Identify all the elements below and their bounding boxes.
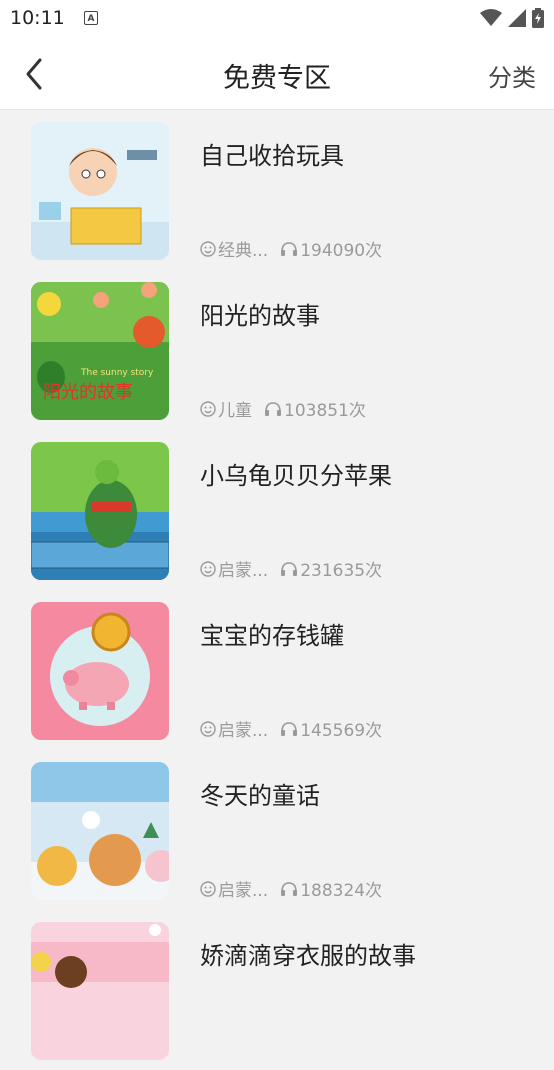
story-tag: 儿童 (218, 401, 252, 421)
story-item[interactable]: 小乌龟贝贝分苹果 启蒙... 231635次 (0, 430, 554, 590)
story-item[interactable]: 宝宝的存钱罐 启蒙... 145569次 (0, 590, 554, 750)
svg-text:阳光的故事: 阳光的故事 (43, 382, 133, 403)
story-thumbnail (31, 602, 169, 740)
story-title: 自己收拾玩具 (200, 142, 344, 170)
story-thumbnail (31, 122, 169, 260)
story-meta: 启蒙... 231635次 (200, 556, 382, 581)
story-meta: 启蒙... 188324次 (200, 876, 382, 901)
wifi-icon (480, 9, 502, 26)
play-count: 145569次 (300, 721, 383, 741)
story-tag: 启蒙... (218, 721, 269, 741)
story-item[interactable]: The sunny story 阳光的故事 阳光的故事 儿童 103851次 (0, 270, 554, 430)
notification-a-icon: A (84, 11, 98, 25)
page-title: 免费专区 (223, 63, 331, 94)
story-thumbnail: The sunny story 阳光的故事 (31, 282, 169, 420)
headphones-icon (265, 401, 281, 416)
story-list: 自己收拾玩具 经典... 194090次 The sunny story 阳光的… (0, 110, 554, 1070)
battery-icon (532, 8, 544, 28)
smiley-icon (200, 240, 216, 257)
story-meta: 儿童 103851次 (200, 396, 366, 421)
signal-icon (508, 9, 526, 27)
story-title: 小乌龟贝贝分苹果 (200, 462, 392, 490)
status-icons (480, 8, 544, 28)
headphones-icon (281, 881, 298, 896)
story-title: 冬天的童话 (200, 782, 320, 810)
play-count: 231635次 (300, 561, 383, 581)
play-count: 194090次 (300, 241, 383, 261)
smiley-icon (200, 560, 216, 577)
story-thumbnail (31, 442, 169, 580)
story-title: 阳光的故事 (200, 302, 320, 330)
headphones-icon (281, 241, 298, 256)
status-time: 10:11 (10, 7, 65, 29)
smiley-icon (200, 400, 216, 417)
headphones-icon (281, 721, 298, 736)
story-title: 宝宝的存钱罐 (200, 622, 344, 650)
play-count: 188324次 (300, 881, 383, 901)
story-item[interactable]: 自己收拾玩具 经典... 194090次 (0, 110, 554, 270)
story-meta: 经典... 194090次 (200, 236, 382, 261)
smiley-icon (200, 880, 216, 897)
app-header: 免费专区 分类 (0, 38, 554, 110)
smiley-icon (200, 720, 216, 737)
story-item[interactable]: 娇滴滴穿衣服的故事 (0, 910, 554, 1070)
story-item[interactable]: 冬天的童话 启蒙... 188324次 (0, 750, 554, 910)
headphones-icon (281, 561, 298, 576)
svg-text:The sunny story: The sunny story (80, 368, 154, 378)
story-title: 娇滴滴穿衣服的故事 (200, 942, 416, 970)
story-tag: 启蒙... (218, 561, 269, 581)
story-meta: 启蒙... 145569次 (200, 716, 382, 741)
story-tag: 经典... (218, 241, 269, 261)
story-tag: 启蒙... (218, 881, 269, 901)
story-thumbnail (31, 922, 169, 1060)
play-count: 103851次 (284, 401, 366, 421)
category-button[interactable]: 分类 (488, 58, 536, 93)
story-thumbnail (31, 762, 169, 900)
status-bar: 10:11 A (0, 0, 554, 38)
